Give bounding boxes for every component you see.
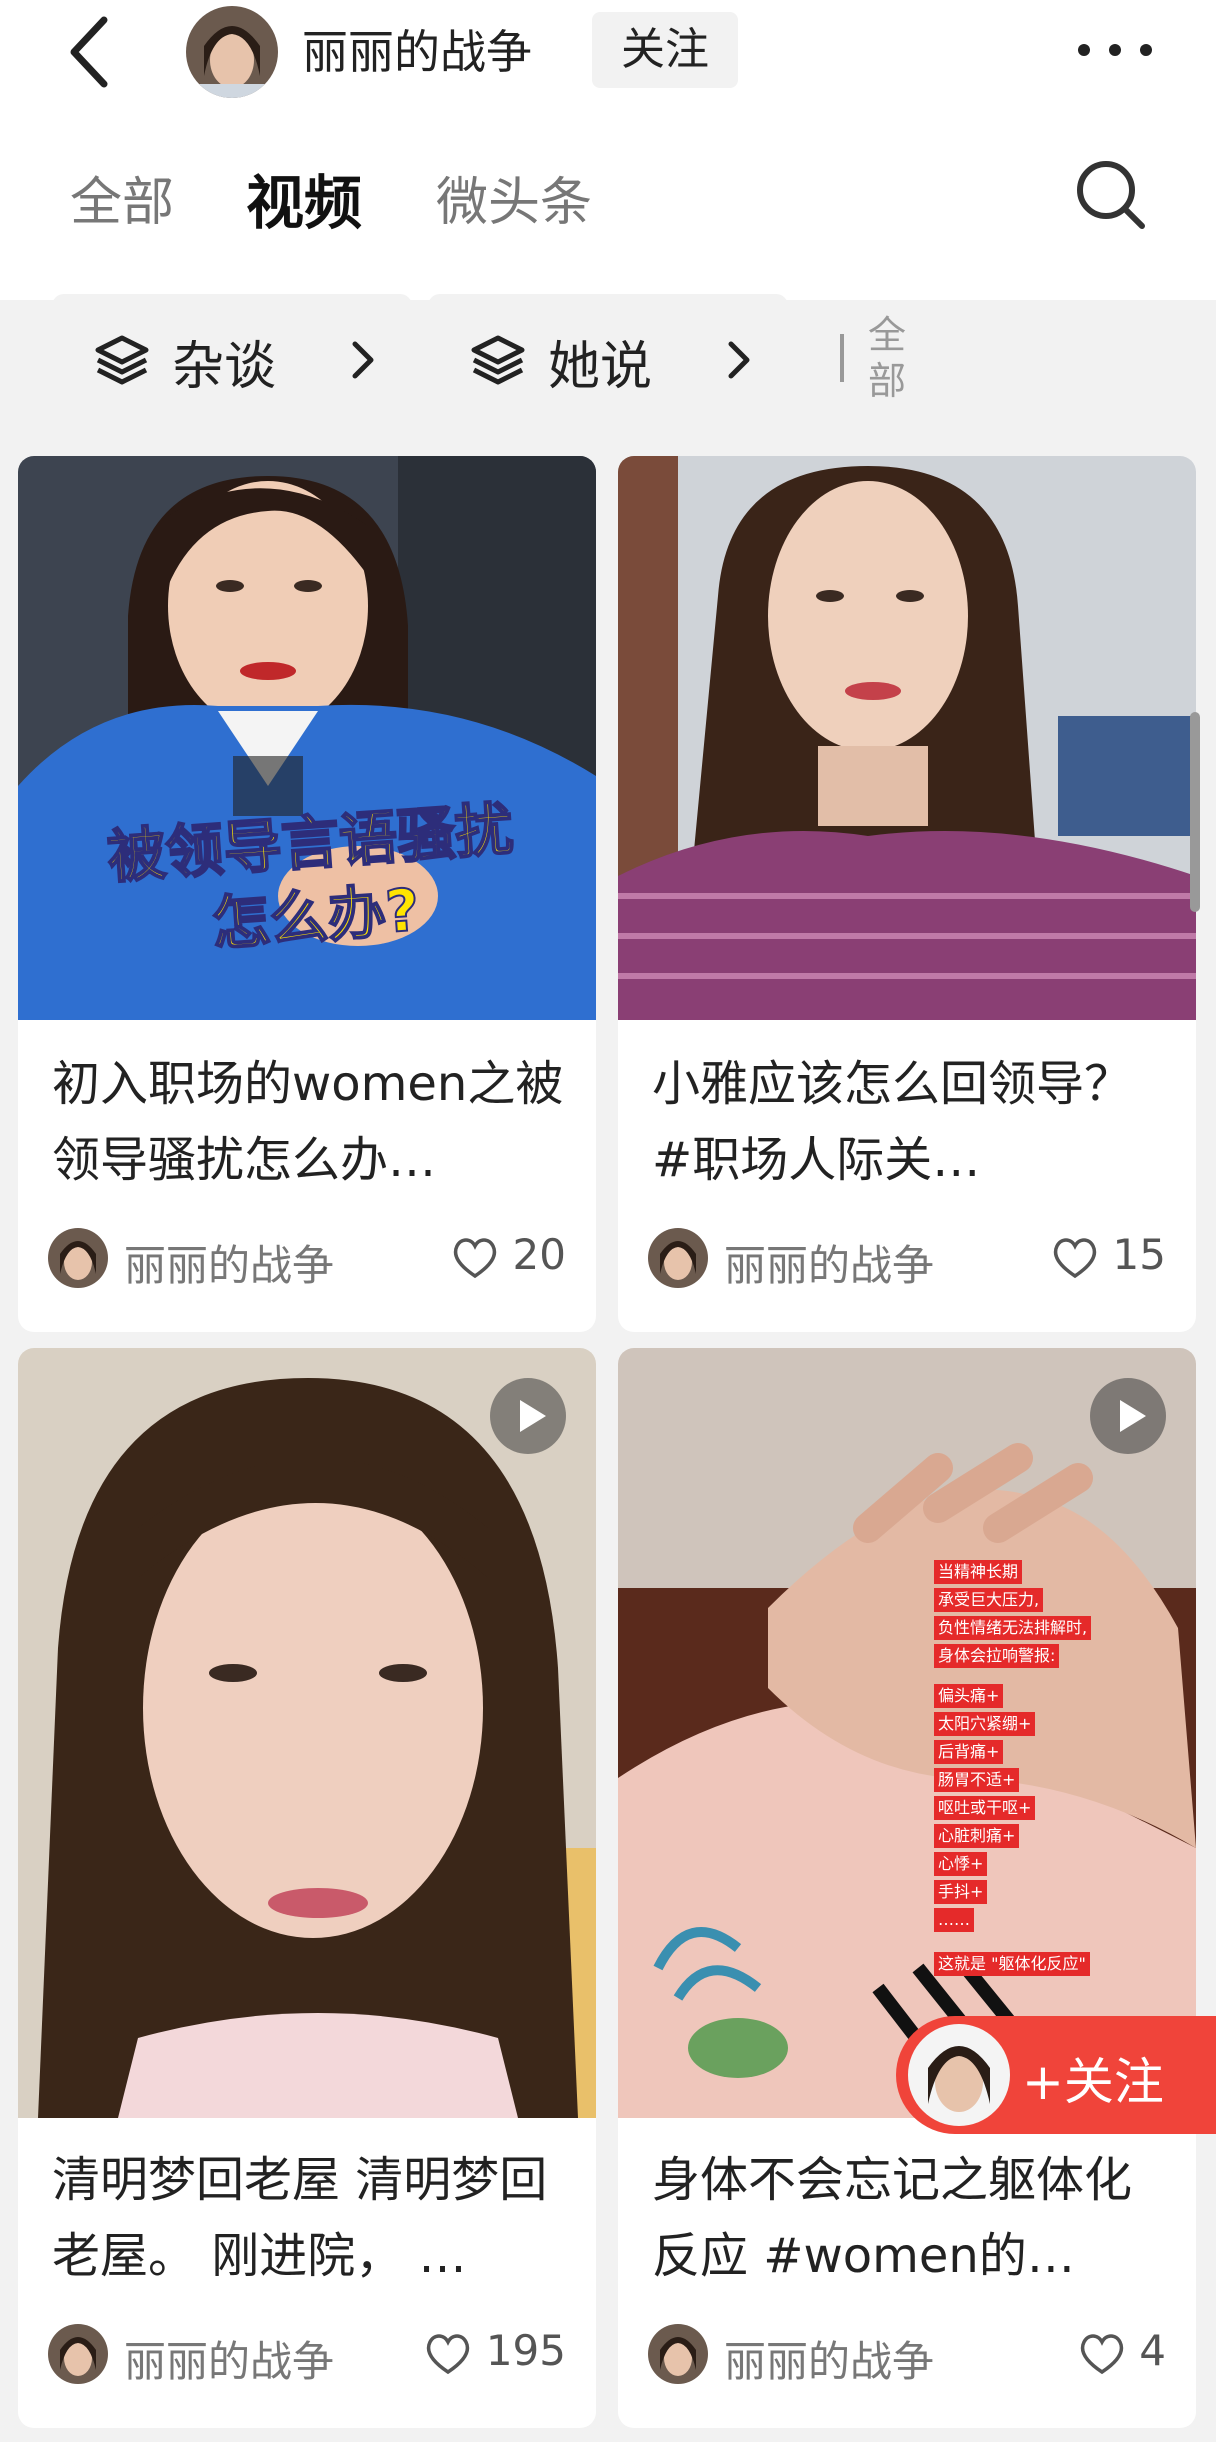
overlay-line: 太阳穴紧绷+	[934, 1712, 1036, 1736]
collection-chip-she-says[interactable]: 她说	[428, 294, 788, 422]
chip-label: 杂谈	[172, 337, 277, 397]
overlay-line: 呕吐或干呕+	[934, 1796, 1036, 1820]
video-title[interactable]: 初入职场的women之被领导骚扰怎么办…	[52, 1046, 572, 1198]
collection-chip-chat[interactable]: 杂谈	[52, 294, 412, 422]
tab-micro-headlines[interactable]: 微头条	[436, 160, 592, 235]
like-count-value: 20	[512, 1230, 566, 1279]
like-count-value: 15	[1112, 1230, 1166, 1279]
author-avatar[interactable]	[648, 1228, 708, 1288]
overlay-line: 心脏刺痛+	[934, 1824, 1020, 1848]
author-avatar[interactable]	[48, 1228, 108, 1288]
video-meta: 丽丽的战争 4	[648, 2324, 1166, 2386]
video-thumbnail[interactable]	[18, 1348, 596, 2118]
heart-icon	[454, 1237, 497, 1278]
like-count[interactable]: 4	[1078, 2326, 1166, 2382]
like-count[interactable]: 15	[1051, 1230, 1166, 1286]
author-avatar[interactable]	[648, 2324, 708, 2384]
video-meta: 丽丽的战争 15	[648, 1228, 1166, 1290]
heart-icon	[1054, 1237, 1097, 1278]
chip-divider	[840, 334, 844, 382]
like-count-value: 4	[1139, 2326, 1166, 2375]
tab-all[interactable]: 全部	[70, 160, 174, 235]
more-options-icon[interactable]	[1070, 24, 1160, 74]
overlay-line: 手抖+	[934, 1880, 988, 1904]
video-title[interactable]: 身体不会忘记之躯体化反应 #women的…	[652, 2142, 1172, 2294]
search-icon[interactable]	[1070, 154, 1150, 234]
chevron-right-icon	[352, 341, 374, 379]
video-card[interactable]: 清明梦回老屋 清明梦回老屋。 刚进院， … 丽丽的战争 195	[18, 1348, 596, 2428]
collection-stack-icon	[471, 335, 525, 385]
video-meta: 丽丽的战争 195	[48, 2324, 566, 2386]
overlay-line: 这就是 "躯体化反应"	[934, 1952, 1090, 1976]
all-collections-link[interactable]: 全部	[868, 312, 914, 404]
overlay-line: 肠胃不适+	[934, 1768, 1020, 1792]
overlay-line: 负性情绪无法排解时,	[934, 1616, 1092, 1640]
chip-label: 她说	[548, 337, 653, 397]
video-card[interactable]: 当精神长期 承受巨大压力, 负性情绪无法排解时, 身体会拉响警报: 偏头痛+ 太…	[618, 1348, 1196, 2428]
follow-button[interactable]: 关注	[592, 12, 738, 88]
floating-follow-button[interactable]: +关注	[896, 2016, 1216, 2134]
like-count-value: 195	[485, 2326, 566, 2375]
author-name[interactable]: 丽丽的战争	[724, 1232, 934, 1293]
overlay-line: 后背痛+	[934, 1740, 1004, 1764]
overlay-line: 身体会拉响警报:	[934, 1644, 1060, 1668]
video-overlay-text-list: 当精神长期 承受巨大压力, 负性情绪无法排解时, 身体会拉响警报: 偏头痛+ 太…	[934, 1558, 1114, 1978]
author-name[interactable]: 丽丽的战争	[724, 2328, 934, 2389]
author-name[interactable]: 丽丽的战争	[124, 1232, 334, 1293]
heart-icon	[427, 2333, 470, 2374]
tab-video[interactable]: 视频	[246, 156, 362, 240]
author-avatar[interactable]	[48, 2324, 108, 2384]
video-card[interactable]: 被领导言语骚扰 怎么办? 初入职场的women之被领导骚扰怎么办… 丽丽的战争 …	[18, 456, 596, 1332]
video-meta: 丽丽的战争 20	[48, 1228, 566, 1290]
top-bar: 丽丽的战争 关注 全部 视频 微头条	[0, 0, 1216, 300]
floating-follow-avatar	[908, 2024, 1010, 2126]
floating-follow-label: +关注	[1022, 2053, 1164, 2111]
video-title[interactable]: 清明梦回老屋 清明梦回老屋。 刚进院， …	[52, 2142, 572, 2294]
overlay-line: 承受巨大压力,	[934, 1588, 1044, 1612]
author-name[interactable]: 丽丽的战争	[124, 2328, 334, 2389]
like-count[interactable]: 195	[424, 2326, 566, 2382]
video-thumbnail[interactable]: 被领导言语骚扰 怎么办?	[18, 456, 596, 1020]
heart-icon	[1080, 2333, 1124, 2374]
scrollbar[interactable]	[1190, 712, 1200, 912]
profile-avatar[interactable]	[186, 6, 278, 98]
video-title[interactable]: 小雅应该怎么回领导？ #职场人际关…	[652, 1046, 1172, 1198]
video-thumbnail[interactable]: 当精神长期 承受巨大压力, 负性情绪无法排解时, 身体会拉响警报: 偏头痛+ 太…	[618, 1348, 1196, 2118]
like-count[interactable]: 20	[451, 1230, 566, 1286]
play-icon	[490, 1378, 566, 1454]
back-icon[interactable]	[60, 12, 130, 92]
video-thumbnail[interactable]	[618, 456, 1196, 1020]
overlay-line: 心悸+	[934, 1852, 988, 1876]
overlay-line: 偏头痛+	[934, 1684, 1004, 1708]
collection-stack-icon	[95, 335, 149, 385]
video-card[interactable]: 小雅应该怎么回领导？ #职场人际关… 丽丽的战争 15	[618, 456, 1196, 1332]
play-icon	[1090, 1378, 1166, 1454]
chevron-right-icon	[728, 341, 750, 379]
overlay-line: 当精神长期	[934, 1560, 1023, 1584]
account-name: 丽丽的战争	[302, 25, 532, 79]
overlay-line: ……	[934, 1908, 974, 1932]
